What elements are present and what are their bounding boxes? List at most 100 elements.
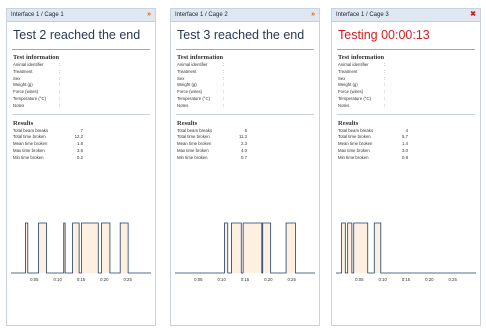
beam-break-chart [11,219,151,275]
result-row: Max time broken 3.0 [338,147,408,153]
app-window: Interface 1 / Cage 1 » Test 2 reached th… [0,0,486,331]
result-row: Max time broken 3.6 [13,147,83,153]
status-heading: Test 2 reached the end [13,28,141,42]
info-row: Treatment: [177,68,225,74]
result-row: Total time broken 12.2 [13,134,83,140]
info-row: Sex: [177,75,225,81]
info-row: Force (wires): [338,89,386,95]
break-fill [120,223,129,273]
info-row: Animal identifier: [177,62,225,67]
result-row: Total time broken 5.7 [338,134,408,140]
close-icon[interactable]: » [311,9,315,21]
info-row: Weight (g): [338,82,386,88]
beam-break-chart [336,219,476,275]
close-icon[interactable]: » [147,9,151,21]
panel-titlebar: Interface 1 / Cage 1 » [7,9,155,22]
result-row: Min time broken 0.2 [13,154,83,160]
x-tick-label: 0:25 [287,277,296,282]
info-row: Temperature (°C): [13,95,61,101]
break-fill [101,223,110,273]
info-row: Temperature (°C): [177,95,225,101]
result-row: Min time broken 0.8 [338,154,408,160]
break-fill [353,223,368,273]
divider [12,49,150,50]
x-tick-label: 0:15 [76,277,86,282]
panel-title: Interface 1 / Cage 2 [175,12,228,18]
divider [12,113,150,115]
x-tick-label: 0:20 [264,277,273,282]
info-row: Treatment: [338,68,386,74]
info-row: Notes: [177,102,225,108]
cage-panel-1: Interface 1 / Cage 1 » Test 2 reached th… [6,8,156,326]
info-row: Notes: [338,102,386,108]
break-fill [347,223,352,273]
info-row: Animal identifier: [338,62,386,67]
chart-svg [175,219,315,275]
result-row: Mean time broken 1.4 [338,141,408,147]
cage-panel-3: Interface 1 / Cage 3 ✖ Testing 00:00:13 … [331,8,481,326]
result-row: Max time broken 4.0 [177,147,247,153]
x-tick-label: 0:05 [30,277,39,282]
x-tick-label: 0:10 [378,277,387,282]
info-row: Treatment: [13,68,61,74]
chart-background [11,219,151,275]
test-information-title: Test information [338,54,385,61]
result-row: Total beam breaks 7 [13,127,83,133]
break-fill [72,223,80,273]
x-tick-label: 0:10 [217,277,226,282]
x-tick-label: 0:15 [240,277,250,282]
divider [176,49,314,50]
x-axis-ticks: 0:05 0:10 0:15 0:20 0:25 [175,277,315,285]
info-row: Temperature (°C): [338,95,386,101]
panel-title: Interface 1 / Cage 1 [11,12,64,18]
break-fill [374,223,381,273]
status-heading: Testing 00:00:13 [338,28,430,42]
break-fill [38,223,47,273]
x-tick-label: 0:20 [100,277,109,282]
panel-titlebar: Interface 1 / Cage 3 ✖ [332,9,480,22]
panel-titlebar: Interface 1 / Cage 2 » [171,9,319,22]
x-tick-label: 0:05 [194,277,203,282]
results-title: Results [177,119,198,127]
close-icon[interactable]: ✖ [470,9,476,21]
info-row: Force (wires): [177,89,225,95]
break-fill [224,223,228,273]
x-tick-label: 0:10 [53,277,62,282]
result-row: Total time broken 11.3 [177,134,247,140]
info-row: Notes: [13,102,61,108]
x-tick-label: 0:20 [425,277,434,282]
x-tick-label: 0:25 [123,277,132,282]
test-information-title: Test information [177,54,224,61]
x-tick-label: 0:25 [448,277,457,282]
chart-svg [11,219,151,275]
x-axis-ticks: 0:05 0:10 0:15 0:20 0:25 [11,277,151,285]
result-row: Mean time broken 1.8 [13,141,83,147]
divider [337,113,475,115]
result-row: Total beam breaks 4 [338,127,408,133]
x-axis-ticks: 0:05 0:10 0:15 0:20 0:25 [336,277,476,285]
info-row: Sex: [338,75,386,81]
info-row: Weight (g): [177,82,225,88]
info-row: Force (wires): [13,89,61,95]
divider [176,113,314,115]
break-fill [231,223,242,273]
result-row: Total beam breaks 5 [177,127,247,133]
break-fill [286,223,296,273]
break-fill [262,223,271,273]
divider [337,49,475,50]
test-information-title: Test information [13,54,60,61]
chart-svg [336,219,476,275]
status-heading: Test 3 reached the end [177,28,305,42]
panel-title: Interface 1 / Cage 3 [336,12,389,18]
results-title: Results [338,119,359,127]
info-row: Weight (g): [13,82,61,88]
info-row: Animal identifier: [13,62,61,67]
result-row: Min time broken 0.7 [177,154,247,160]
x-tick-label: 0:05 [355,277,364,282]
x-tick-label: 0:15 [401,277,411,282]
result-row: Mean time broken 2.3 [177,141,247,147]
beam-break-chart [175,219,315,275]
cage-panel-2: Interface 1 / Cage 2 » Test 3 reached th… [170,8,320,326]
break-fill [341,223,346,273]
results-title: Results [13,119,34,127]
